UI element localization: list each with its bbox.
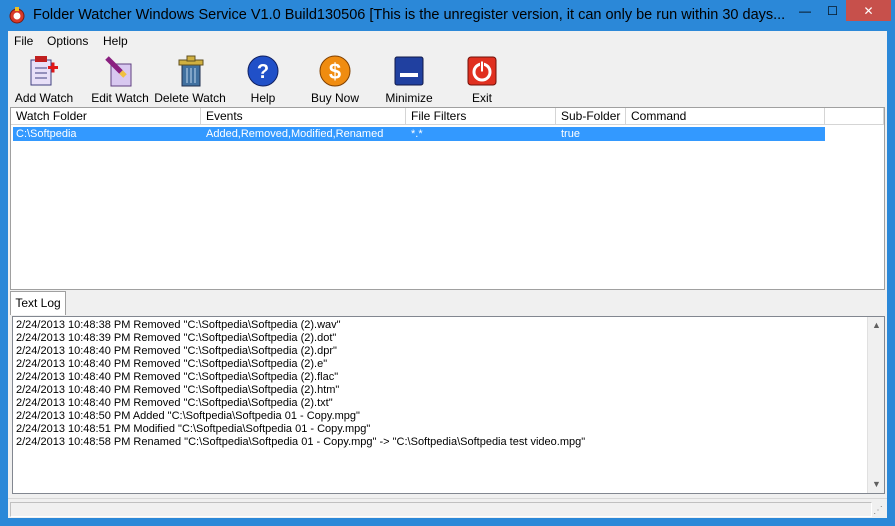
status-bar: ⋰ [8,498,887,518]
column-header-watch-folder[interactable]: Watch Folder [11,108,201,125]
app-window: Folder Watcher Windows Service V1.0 Buil… [0,0,895,526]
log-line: 2/24/2013 10:48:51 PM Modified "C:\Softp… [16,423,371,435]
log-line: 2/24/2013 10:48:39 PM Removed "C:\Softpe… [16,332,337,344]
log-line: 2/24/2013 10:48:40 PM Removed "C:\Softpe… [16,345,337,357]
buy-now-icon: $ [317,53,353,89]
log-line: 2/24/2013 10:48:40 PM Removed "C:\Softpe… [16,384,340,396]
exit-icon [464,53,500,89]
delete-watch-button[interactable]: Delete Watch [154,53,226,105]
cell-sub-folder: true [561,128,580,140]
edit-watch-icon [102,53,138,89]
title-bar[interactable]: Folder Watcher Windows Service V1.0 Buil… [0,0,895,31]
help-icon: ? [245,53,281,89]
help-label: Help [250,91,276,105]
minimize-label: Minimize [385,91,433,105]
scroll-down-icon[interactable]: ▼ [868,476,885,493]
menu-bar: File Options Help [8,31,887,51]
log-lines: 2/24/2013 10:48:38 PM Removed "C:\Softpe… [16,319,866,449]
buy-now-button[interactable]: $ Buy Now [310,53,360,105]
add-watch-label: Add Watch [14,91,74,105]
watch-list[interactable]: Watch Folder Events File Filters Sub-Fol… [10,107,885,290]
log-scrollbar[interactable]: ▲ ▼ [867,317,884,493]
log-line: 2/24/2013 10:48:38 PM Removed "C:\Softpe… [16,319,341,331]
minimize-icon [391,53,427,89]
cell-events: Added,Removed,Modified,Renamed [206,128,384,140]
cell-file-filters: *.* [411,128,423,140]
column-header-file-filters[interactable]: File Filters [406,108,556,125]
log-line: 2/24/2013 10:48:58 PM Renamed "C:\Softpe… [16,436,586,448]
app-icon [9,7,25,24]
minimize-button[interactable]: Minimize [385,53,433,105]
help-button[interactable]: ? Help [243,53,283,105]
menu-options[interactable]: Options [47,34,88,48]
add-watch-button[interactable]: Add Watch [14,53,74,105]
table-row[interactable]: C:\Softpedia Added,Removed,Modified,Rena… [13,127,825,141]
delete-watch-label: Delete Watch [154,91,226,105]
edit-watch-label: Edit Watch [91,91,149,105]
window-minimize-button[interactable]: — [791,0,819,21]
svg-text:$: $ [329,59,341,84]
log-line: 2/24/2013 10:48:40 PM Removed "C:\Softpe… [16,371,339,383]
log-line: 2/24/2013 10:48:40 PM Removed "C:\Softpe… [16,358,328,370]
column-header-filler [825,108,884,125]
tab-text-log[interactable]: Text Log [10,291,66,315]
toolbar: Add Watch Edit Watch Delete Watch ? Help… [8,51,887,105]
window-title: Folder Watcher Windows Service V1.0 Buil… [33,7,786,23]
menu-help[interactable]: Help [103,34,128,48]
delete-watch-icon [172,53,208,89]
text-log[interactable]: 2/24/2013 10:48:38 PM Removed "C:\Softpe… [12,316,885,494]
svg-text:?: ? [257,61,269,83]
add-watch-icon [26,53,62,89]
window-maximize-button[interactable]: ☐ [819,0,846,21]
column-header-sub-folder[interactable]: Sub-Folder [556,108,626,125]
column-header-command[interactable]: Command [626,108,825,125]
edit-watch-button[interactable]: Edit Watch [88,53,152,105]
scroll-up-icon[interactable]: ▲ [868,317,885,334]
cell-watch-folder: C:\Softpedia [16,128,77,140]
buy-now-label: Buy Now [310,91,360,105]
log-line: 2/24/2013 10:48:50 PM Added "C:\Softpedi… [16,410,360,422]
exit-button[interactable]: Exit [464,53,500,105]
resize-grip-icon[interactable]: ⋰ [873,505,885,517]
menu-file[interactable]: File [14,34,33,48]
status-panel [10,502,872,517]
client-area: File Options Help Add Watch Edit Watch D… [8,31,887,518]
window-close-button[interactable]: ✕ [846,0,891,21]
column-header-events[interactable]: Events [201,108,406,125]
log-tabstrip: Text Log [8,290,887,316]
log-line: 2/24/2013 10:48:40 PM Removed "C:\Softpe… [16,397,333,409]
exit-label: Exit [471,91,492,105]
